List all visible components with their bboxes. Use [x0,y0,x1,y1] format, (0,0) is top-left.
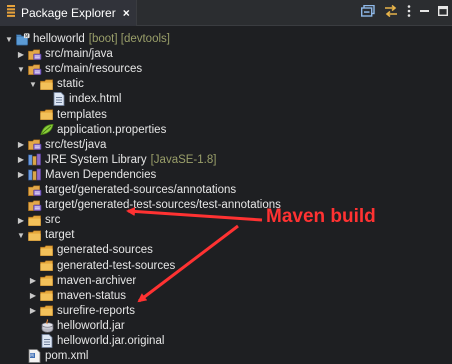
arrow-to-target [126,206,263,222]
tree-item-label: pom.xml [45,350,89,363]
xml-file-icon: M [28,349,42,363]
svg-text:M: M [30,353,34,358]
maven-build-annotation: Maven build [266,206,376,227]
annotation-arrows [126,206,263,303]
arrow-to-jar [137,224,239,303]
tree-item[interactable]: Mpom.xml [16,348,88,364]
